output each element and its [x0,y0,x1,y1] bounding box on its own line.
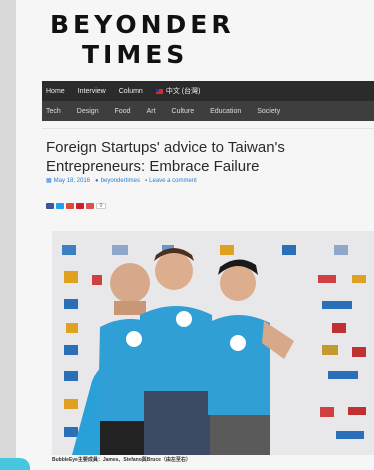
leave-comment-link[interactable]: Leave a comment [149,178,197,184]
share-buttons: 0 [46,203,108,209]
facebook-share-button[interactable] [46,203,54,209]
nav-culture[interactable]: Culture [172,108,195,115]
nav-column[interactable]: Column [119,88,143,95]
article-photo [52,231,374,455]
page: BEYONDER TIMES Home Interview Column 中文 … [16,0,374,470]
divider [42,128,374,129]
calendar-icon: ▦ [46,178,52,184]
nav-interview[interactable]: Interview [78,88,106,95]
nav-design[interactable]: Design [77,108,99,115]
nav-home[interactable]: Home [46,88,65,95]
comment-icon: ▪ [145,177,148,184]
nav-art[interactable]: Art [147,108,156,115]
article-meta: ▦ May 18, 2016 ● beyondertimes ▪ Leave a… [46,177,199,185]
category-nav: Tech Design Food Art Culture Education S… [42,101,374,121]
google-plus-share-button[interactable] [66,203,74,209]
nav-society[interactable]: Society [257,108,280,115]
article-author[interactable]: beyondertimes [101,178,140,184]
nav-tech[interactable]: Tech [46,108,61,115]
article-date[interactable]: May 18, 2016 [54,178,90,184]
logo-line-1: BEYONDER [50,10,235,39]
share-count: 0 [96,203,106,209]
user-icon: ● [95,177,99,184]
nav-language[interactable]: 中文 (台灣) [155,86,201,96]
chat-widget-tab[interactable] [0,458,30,470]
site-logo[interactable]: BEYONDER TIMES [50,10,235,70]
twitter-share-button[interactable] [56,203,64,209]
primary-nav: Home Interview Column 中文 (台灣) [42,81,374,101]
nav-food[interactable]: Food [115,108,131,115]
nav-education[interactable]: Education [210,108,241,115]
logo-line-2: TIMES [82,40,189,69]
pinterest-share-button[interactable] [76,203,84,209]
taiwan-flag-icon [155,88,163,94]
article-title: Foreign Startups' advice to Taiwan's Ent… [46,139,285,175]
email-share-button[interactable] [86,203,94,209]
photo-illustration [52,231,374,455]
photo-caption: BubbleEye主要成員：James、Stefano與Bruce（由左至右） [52,457,191,463]
nav-language-label: 中文 (台灣) [165,88,201,95]
